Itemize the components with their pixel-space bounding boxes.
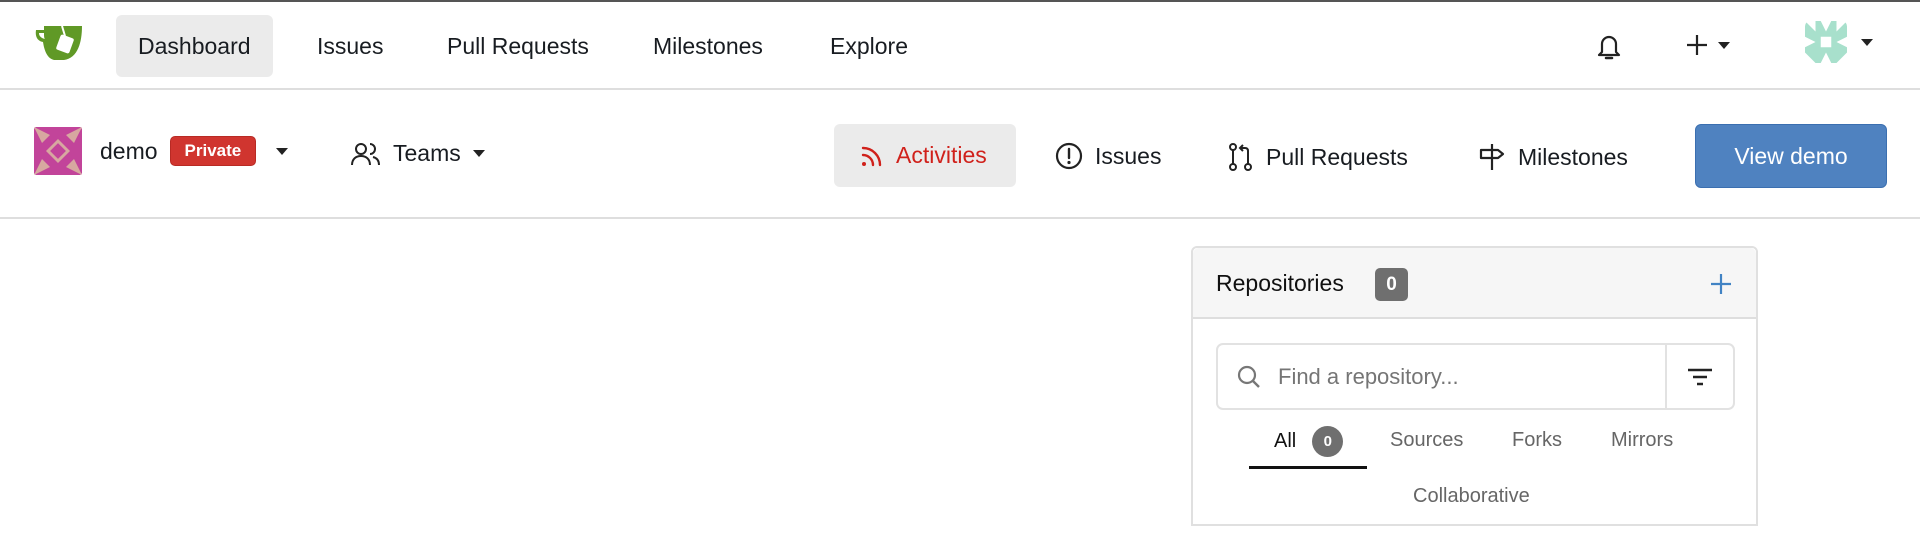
nav-milestones[interactable]: Milestones [631,15,785,77]
filter-icon [1688,368,1712,385]
teams-menu[interactable]: Teams [351,140,485,167]
repositories-panel-header: Repositories 0 [1193,248,1756,319]
filter-button[interactable] [1665,345,1733,408]
pull-request-icon [1229,143,1252,171]
top-navbar: Dashboard Issues Pull Requests Milestone… [0,2,1920,90]
tab-all-count: 0 [1312,426,1344,457]
repositories-count: 0 [1375,268,1408,301]
new-repository-icon[interactable] [1709,272,1733,296]
tab-milestones-label: Milestones [1518,143,1628,170]
org-name-menu[interactable]: demo Private [100,136,289,166]
view-org-button[interactable]: View demo [1695,124,1887,188]
tab-activities[interactable]: Activities [860,142,987,169]
repository-search [1216,343,1735,410]
tab-collaborative[interactable]: Collaborative [1413,485,1530,508]
chevron-down-icon [1861,38,1873,46]
search-input-wrap[interactable] [1218,345,1665,408]
user-avatar [1805,21,1847,63]
tab-issues[interactable]: Issues [1055,142,1161,170]
tab-activities-label: Activities [896,142,987,168]
tab-all[interactable]: All 0 [1274,426,1344,457]
org-name: demo [100,137,158,164]
user-menu[interactable] [1805,21,1873,63]
create-menu[interactable] [1686,34,1730,56]
search-icon [1237,365,1260,388]
chevron-down-icon [276,147,289,155]
chevron-down-icon [472,150,485,157]
tab-issues-label: Issues [1095,142,1162,169]
tab-mirrors[interactable]: Mirrors [1611,429,1673,452]
tab-sources[interactable]: Sources [1390,429,1463,452]
plus-icon [1687,35,1707,55]
repositories-panel: Repositories 0 All 0 Sources Forks Mirro… [1191,246,1758,526]
tab-forks[interactable]: Forks [1512,429,1562,452]
gitea-logo-icon[interactable] [34,22,86,62]
tab-all-label: All [1274,430,1297,452]
people-icon [351,142,380,165]
issue-icon [1055,142,1083,170]
milestone-icon [1479,144,1505,170]
org-header: demo Private Teams Activities Issues Pul… [0,90,1920,219]
nav-issues[interactable]: Issues [295,15,405,77]
nav-pull-requests[interactable]: Pull Requests [425,15,611,77]
private-badge: Private [169,136,257,166]
teams-label: Teams [393,140,461,166]
bell-icon[interactable] [1596,32,1622,67]
chevron-down-icon [1718,41,1730,49]
nav-dashboard[interactable]: Dashboard [116,15,273,77]
org-avatar [34,127,82,180]
active-tab-underline [1249,466,1367,469]
rss-icon [861,146,882,166]
nav-explore[interactable]: Explore [808,15,930,77]
search-input[interactable] [1278,363,1648,390]
repositories-title: Repositories [1216,270,1344,296]
tab-pull-requests-label: Pull Requests [1266,143,1408,170]
tab-milestones[interactable]: Milestones [1478,142,1628,172]
tab-pull-requests[interactable]: Pull Requests [1228,142,1408,172]
